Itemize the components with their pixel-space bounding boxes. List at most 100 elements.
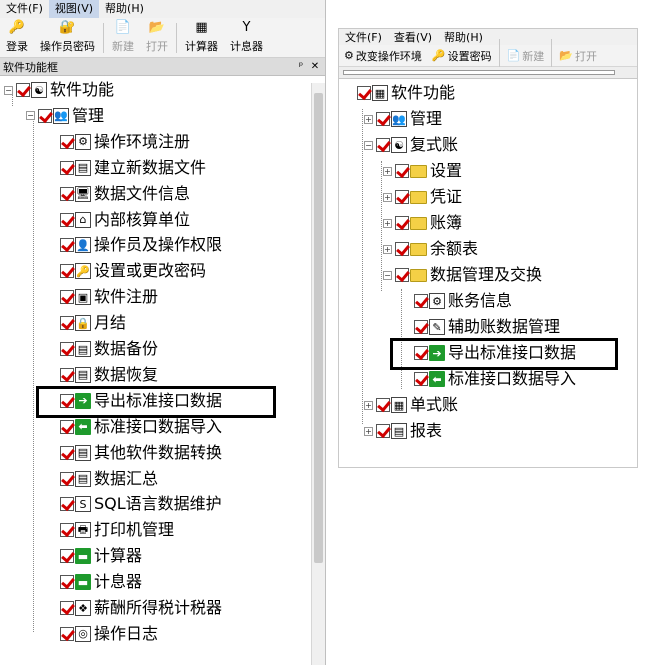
checkbox[interactable] bbox=[60, 186, 74, 201]
collapse-icon[interactable]: − bbox=[364, 140, 373, 150]
tree-item[interactable]: 👤 操作员及操作权限 bbox=[48, 233, 222, 257]
expand-icon[interactable]: + bbox=[383, 244, 392, 254]
tree-item[interactable]: 🖥 数据文件信息 bbox=[48, 182, 190, 206]
tree-item[interactable]: ▤ 数据汇总 bbox=[48, 467, 158, 491]
tree-item[interactable]: ▬ 计算器 bbox=[48, 544, 142, 568]
tree-item[interactable]: + 👥 管理 bbox=[364, 107, 442, 131]
checkbox[interactable] bbox=[60, 601, 74, 615]
checkbox[interactable] bbox=[60, 549, 74, 564]
tree-item-label: 软件功能 bbox=[391, 83, 456, 102]
tree-item[interactable]: − 数据管理及交换 bbox=[383, 263, 542, 287]
checkbox[interactable] bbox=[60, 367, 74, 382]
checkbox[interactable] bbox=[38, 108, 52, 123]
checkbox[interactable] bbox=[395, 164, 409, 178]
menu-item[interactable]: 文件(F) bbox=[0, 0, 49, 18]
checkbox[interactable] bbox=[60, 342, 74, 356]
checkbox[interactable] bbox=[395, 216, 409, 230]
checkbox[interactable] bbox=[60, 497, 74, 512]
tree-item[interactable]: 🖶 打印机管理 bbox=[48, 518, 174, 542]
tree-item[interactable]: ⬅ 标准接口数据导入 bbox=[402, 367, 576, 391]
checkbox[interactable] bbox=[414, 372, 428, 386]
checkbox[interactable] bbox=[376, 424, 390, 438]
tree-item[interactable]: ❖ 薪酬所得税计税器 bbox=[48, 596, 222, 620]
expand-icon[interactable]: + bbox=[383, 192, 392, 202]
toolbar-button[interactable]: ▦ 计算器 bbox=[179, 20, 224, 57]
tree-item[interactable]: + ▦ 单式账 bbox=[364, 393, 458, 417]
checkbox[interactable] bbox=[395, 268, 409, 282]
software-register-icon: ▣ bbox=[75, 289, 91, 306]
pin-icon[interactable]: ᵖ bbox=[294, 61, 308, 72]
tree-item[interactable]: ▣ 软件注册 bbox=[48, 285, 158, 309]
tree-item[interactable]: ▤ 数据备份 bbox=[48, 337, 158, 361]
tree-item[interactable]: ▤ 建立新数据文件 bbox=[48, 156, 206, 180]
expand-icon[interactable]: + bbox=[364, 426, 373, 436]
tree-item[interactable]: ⬅ 标准接口数据导入 bbox=[48, 415, 222, 439]
toolbar-button[interactable]: 🔑 登录 bbox=[0, 20, 34, 57]
tree-item[interactable]: + ▤ 报表 bbox=[364, 419, 442, 443]
tree-item[interactable]: ▤ 其他软件数据转换 bbox=[48, 441, 222, 465]
tree-item[interactable]: + 设置 bbox=[383, 159, 462, 183]
tree-item[interactable]: ✎ 辅助账数据管理 bbox=[402, 315, 560, 339]
checkbox[interactable] bbox=[357, 86, 371, 100]
tree-item[interactable]: ⌂ 内部核算单位 bbox=[48, 208, 190, 232]
tree-item-label: 软件注册 bbox=[94, 287, 159, 307]
tree-item[interactable]: + 余额表 bbox=[383, 237, 478, 261]
checkbox[interactable] bbox=[395, 190, 409, 204]
tree-item[interactable]: − ☯ 软件功能 bbox=[4, 78, 114, 102]
checkbox[interactable] bbox=[60, 445, 74, 460]
tree-item[interactable]: ▬ 计息器 bbox=[48, 570, 142, 594]
vertical-scrollbar[interactable] bbox=[311, 83, 325, 665]
checkbox[interactable] bbox=[60, 264, 74, 279]
tree-item[interactable]: − 👥 管理 bbox=[26, 104, 104, 128]
checkbox[interactable] bbox=[376, 138, 390, 152]
menu-item[interactable]: 查看(V) bbox=[388, 29, 438, 45]
tree-item[interactable]: 🔑 设置或更改密码 bbox=[48, 259, 206, 283]
collapse-icon[interactable]: − bbox=[383, 270, 392, 280]
tree-item[interactable]: − ☯ 复式账 bbox=[364, 133, 458, 157]
checkbox[interactable] bbox=[376, 398, 390, 412]
toolbar-button[interactable]: ⚙ 改变操作环境 bbox=[339, 48, 427, 64]
menu-item[interactable]: 文件(F) bbox=[339, 29, 388, 45]
expand-icon[interactable]: + bbox=[383, 218, 392, 228]
checkbox[interactable] bbox=[60, 134, 74, 149]
checkbox[interactable] bbox=[60, 316, 74, 331]
checkbox[interactable] bbox=[60, 212, 74, 227]
toolbar-button[interactable]: Y 计息器 bbox=[224, 20, 269, 57]
toolbar-button[interactable]: 🔐 操作员密码 bbox=[34, 20, 101, 57]
tree-item[interactable]: + 凭证 bbox=[383, 185, 462, 209]
tree-item[interactable]: + 账簿 bbox=[383, 211, 462, 235]
tree-item[interactable]: ▤ 数据恢复 bbox=[48, 363, 158, 387]
checkbox[interactable] bbox=[395, 242, 409, 256]
expand-icon[interactable]: + bbox=[364, 400, 373, 410]
checkbox[interactable] bbox=[376, 112, 390, 126]
checkbox[interactable] bbox=[414, 294, 428, 308]
collapse-icon[interactable]: − bbox=[26, 111, 35, 121]
tree-item[interactable]: ▦ 软件功能 bbox=[345, 81, 455, 105]
close-icon[interactable]: ✕ bbox=[308, 61, 322, 72]
checkbox[interactable] bbox=[16, 83, 30, 97]
checkbox[interactable] bbox=[60, 160, 74, 175]
checkbox[interactable] bbox=[60, 471, 74, 486]
printer-icon: 🖶 bbox=[75, 522, 91, 539]
tree-item[interactable]: ◎ 操作日志 bbox=[48, 622, 158, 646]
checkbox[interactable] bbox=[60, 419, 74, 434]
new-datafile-icon: ▤ bbox=[75, 159, 91, 176]
tree-item[interactable]: ⚙ 操作环境注册 bbox=[48, 130, 190, 154]
menu-item[interactable]: 视图(V) bbox=[48, 0, 100, 18]
scroll-thumb[interactable] bbox=[314, 93, 323, 563]
toolbar-button[interactable]: 🔑 设置密码 bbox=[427, 48, 497, 64]
checkbox[interactable] bbox=[60, 238, 74, 253]
expand-icon[interactable]: + bbox=[383, 166, 392, 176]
checkbox[interactable] bbox=[60, 575, 74, 590]
collapse-icon[interactable]: − bbox=[4, 85, 13, 95]
tree-item[interactable]: ⚙ 账务信息 bbox=[402, 289, 512, 313]
checkbox[interactable] bbox=[60, 626, 74, 641]
tree-item[interactable]: 🔒 月结 bbox=[48, 311, 126, 335]
checkbox[interactable] bbox=[60, 290, 74, 305]
menu-item[interactable]: 帮助(H) bbox=[438, 29, 489, 45]
menu-item[interactable]: 帮助(H) bbox=[99, 0, 150, 18]
checkbox[interactable] bbox=[414, 320, 428, 334]
expand-icon[interactable]: + bbox=[364, 114, 373, 124]
tree-item[interactable]: S SQL语言数据维护 bbox=[48, 492, 222, 516]
checkbox[interactable] bbox=[60, 523, 74, 538]
